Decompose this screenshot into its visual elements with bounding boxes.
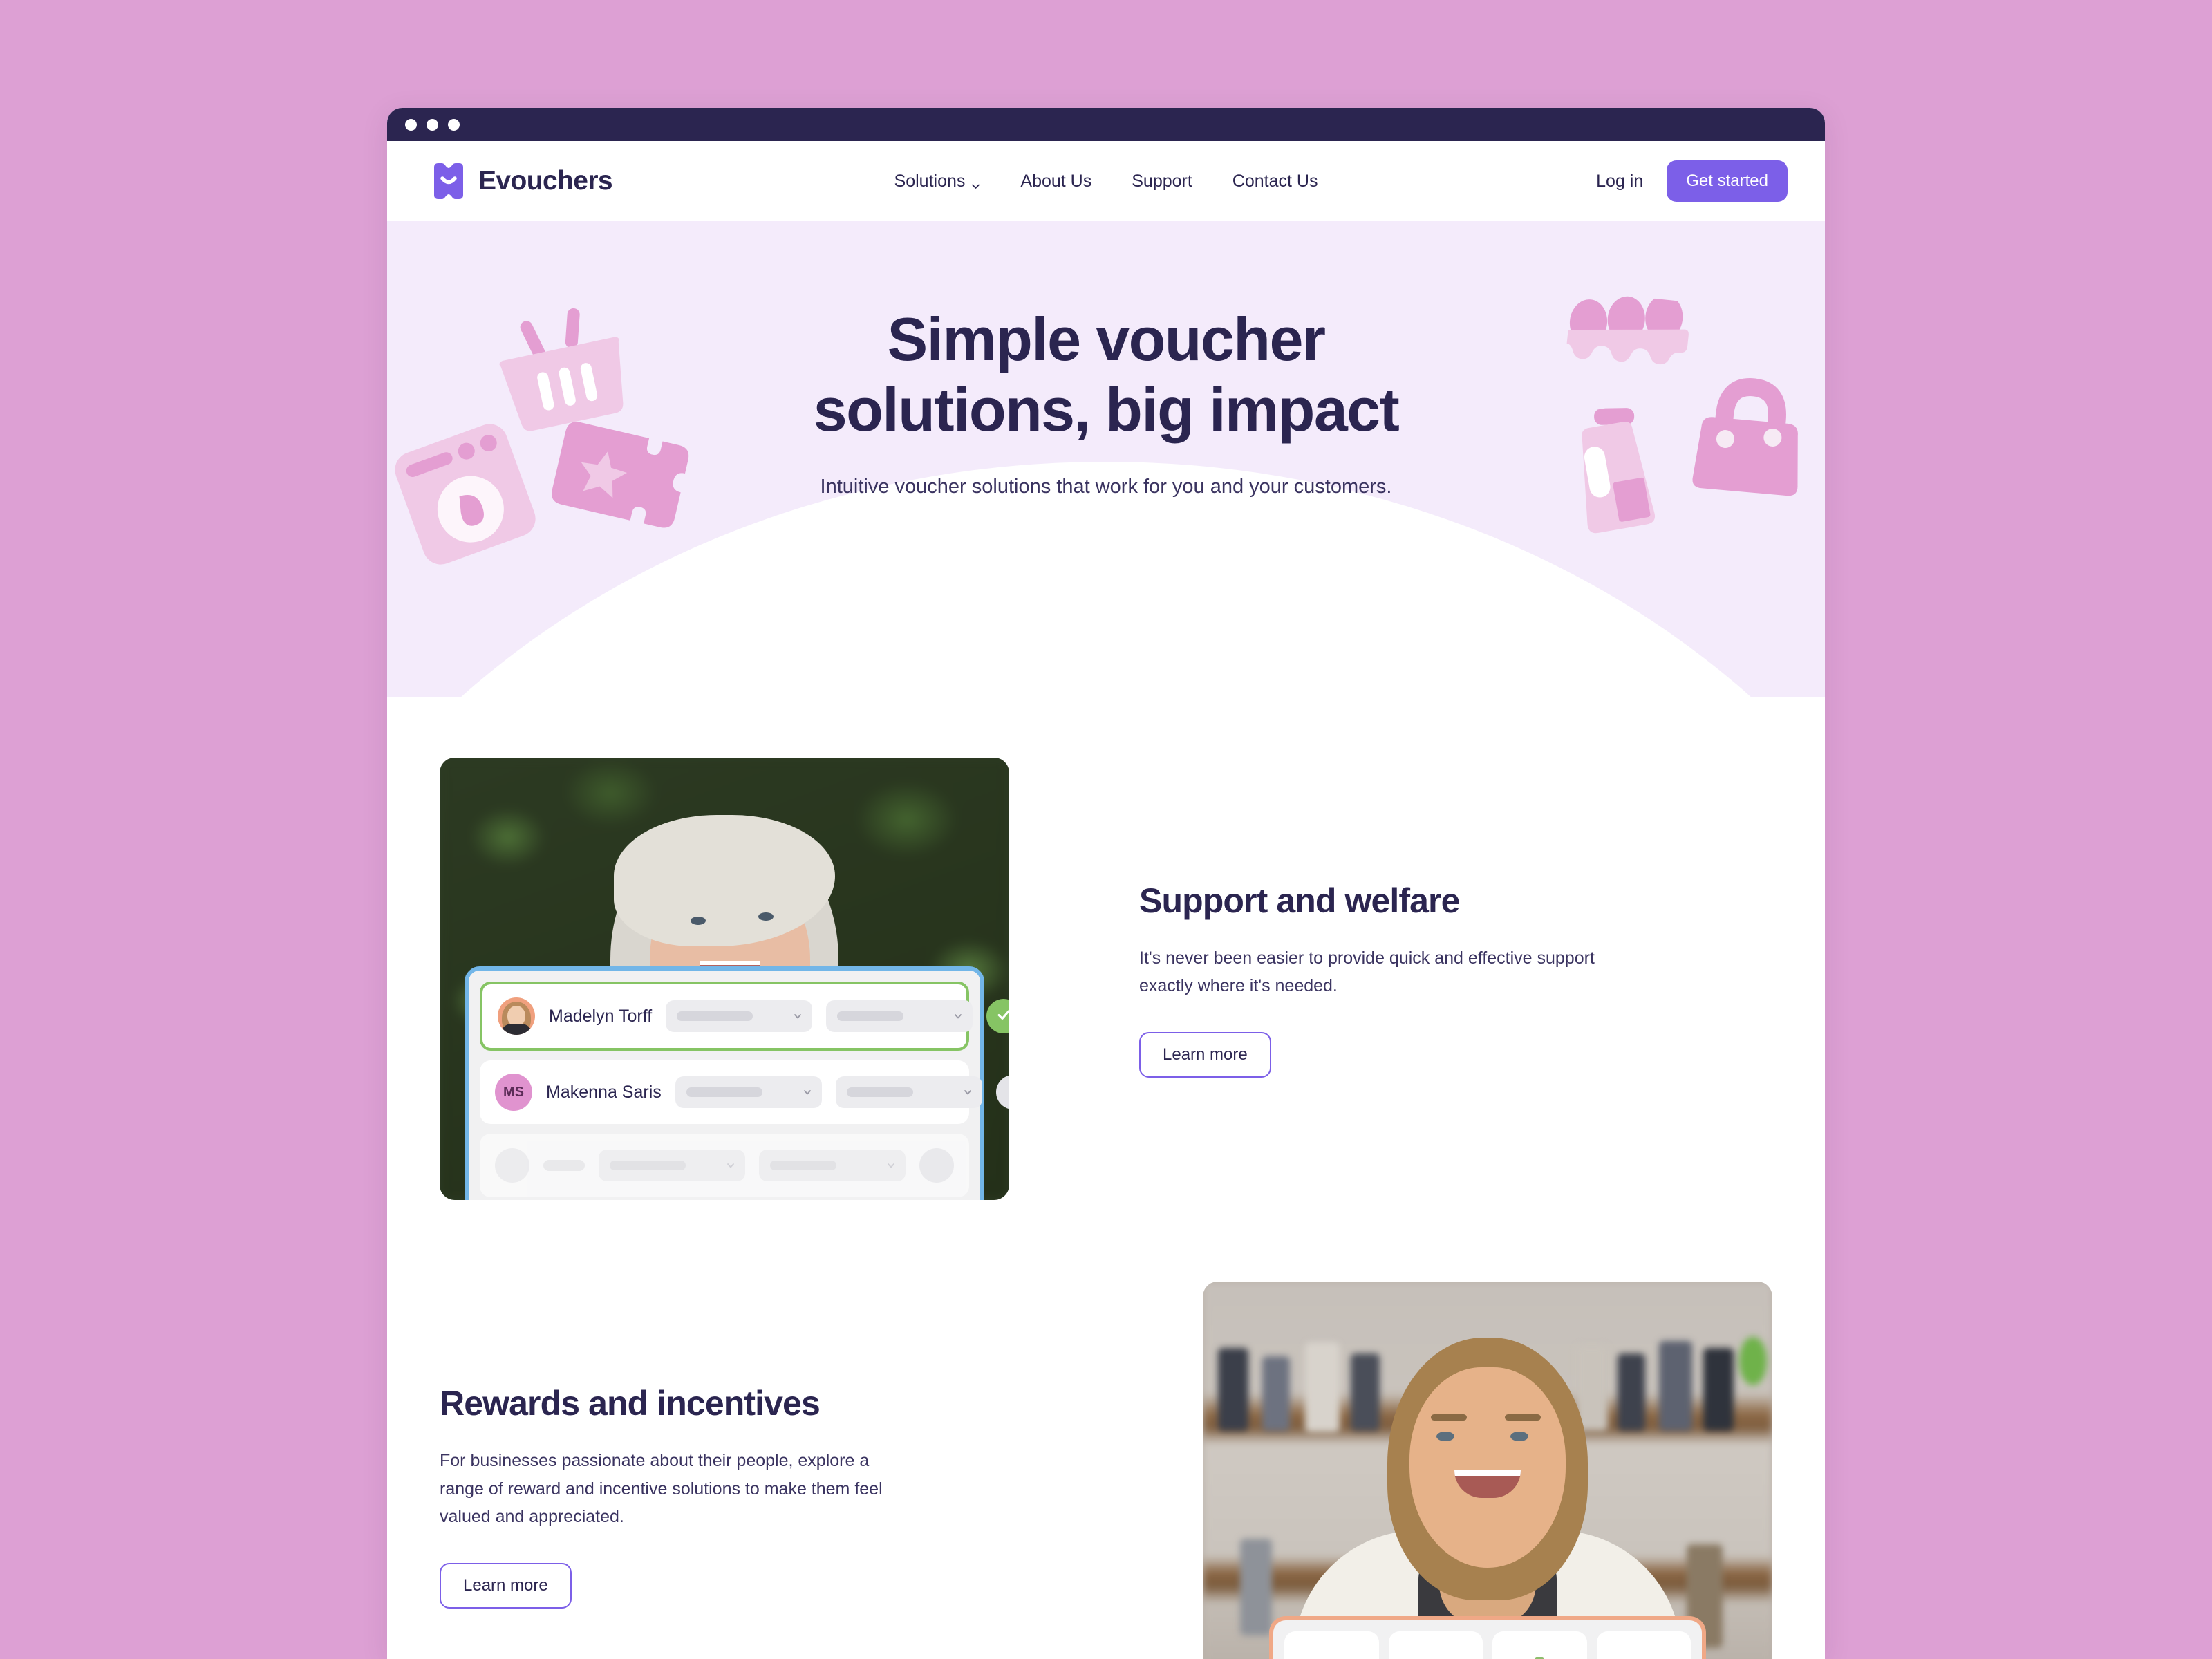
nav-item-solutions-label: Solutions — [894, 171, 966, 191]
support-welfare-copy: Support and welfare It's never been easi… — [1009, 881, 1772, 1078]
water-bottle-icon — [1527, 1656, 1552, 1659]
field-value-placeholder — [610, 1161, 686, 1170]
hero-section: Simple voucher solutions, big impact Int… — [387, 221, 1825, 697]
nav-item-about-us[interactable]: About Us — [1020, 171, 1091, 191]
header-actions: Log in Get started — [1596, 160, 1788, 202]
photo-brow-left — [1430, 1414, 1467, 1421]
hero-subtitle: Intuitive voucher solutions that work fo… — [820, 476, 1392, 498]
chevron-down-icon — [803, 1087, 812, 1097]
nav-item-contact-us[interactable]: Contact Us — [1232, 171, 1318, 191]
row-select-field-1[interactable] — [675, 1076, 822, 1108]
evoucher-ticket-logo-icon — [433, 163, 465, 199]
section-support-and-welfare: Madelyn Torff MS Makenna Saris Support a… — [387, 758, 1825, 1200]
chevron-down-icon — [886, 1161, 896, 1170]
avatar — [495, 1148, 529, 1183]
nav-item-contact-us-label: Contact Us — [1232, 171, 1318, 191]
photo-eye-right — [1510, 1432, 1528, 1441]
photo-eye-left — [1436, 1432, 1454, 1441]
row-select-field-1[interactable] — [599, 1150, 745, 1181]
field-value-placeholder — [846, 1087, 913, 1097]
voucher-tile-bottle[interactable] — [1492, 1631, 1587, 1659]
field-value-placeholder — [770, 1161, 836, 1170]
nav-item-support-label: Support — [1132, 171, 1192, 191]
people-list-card: Madelyn Torff MS Makenna Saris — [465, 966, 1009, 1200]
section-body: It's never been easier to provide quick … — [1139, 948, 1595, 996]
traffic-light-maximize-icon[interactable] — [448, 118, 460, 131]
learn-more-button[interactable]: Learn more — [1139, 1031, 1271, 1078]
person-name-placeholder — [543, 1160, 585, 1171]
site-header: Evouchers Solutions About Us Support Con… — [387, 141, 1825, 221]
get-started-button[interactable]: Get started — [1667, 160, 1788, 202]
field-value-placeholder — [677, 1011, 753, 1021]
rewards-incentives-copy: Rewards and incentives For businesses pa… — [440, 1383, 1203, 1609]
voucher-tile-washing-machine[interactable] — [1284, 1631, 1379, 1659]
row-select-field-2[interactable] — [826, 1000, 973, 1032]
page-title: Simple voucher solutions, big impact — [387, 304, 1825, 445]
voucher-tile-basket[interactable] — [1596, 1631, 1691, 1659]
brand-name: Evouchers — [478, 166, 613, 196]
chevron-down-icon — [793, 1011, 803, 1021]
photo-brow-right — [1504, 1414, 1541, 1421]
brand-logo[interactable]: Evouchers — [433, 163, 613, 199]
photo-face — [1409, 1367, 1566, 1568]
chevron-down-icon — [963, 1087, 973, 1097]
chevron-down-icon — [726, 1161, 735, 1170]
voucher-tile-ticket[interactable] — [1388, 1631, 1483, 1659]
browser-titlebar — [387, 108, 1825, 141]
section-title: Support and welfare — [1139, 881, 1460, 920]
section-body: For businesses passionate about their pe… — [440, 1451, 883, 1527]
traffic-light-minimize-icon[interactable] — [427, 118, 438, 131]
field-value-placeholder — [837, 1011, 904, 1021]
avatar: MS — [495, 1074, 532, 1111]
hero-title-line-2: solutions, big impact — [813, 375, 1400, 444]
table-row[interactable]: Madelyn Torff — [480, 982, 1009, 1051]
avatar — [498, 997, 535, 1035]
table-row[interactable]: MS Makenna Saris — [480, 1060, 1009, 1124]
nav-item-support[interactable]: Support — [1132, 171, 1192, 191]
section-rewards-and-incentives: Rewards and incentives For businesses pa… — [387, 1282, 1825, 1659]
hero-content: Simple voucher solutions, big impact Int… — [387, 221, 1825, 498]
page-root: Evouchers Solutions About Us Support Con… — [0, 0, 2212, 1659]
support-welfare-image: Madelyn Torff MS Makenna Saris — [440, 758, 1009, 1200]
rewards-incentives-image — [1203, 1282, 1772, 1659]
photo-shopkeeper — [1203, 1282, 1772, 1659]
field-value-placeholder — [686, 1087, 762, 1097]
hero-title-line-1: Simple voucher — [887, 305, 1327, 373]
login-link[interactable]: Log in — [1596, 171, 1643, 191]
row-select-field-2[interactable] — [759, 1150, 906, 1181]
nav-item-about-us-label: About Us — [1020, 171, 1092, 191]
person-name: Madelyn Torff — [549, 1006, 653, 1026]
section-title: Rewards and incentives — [440, 1384, 821, 1423]
nav-item-solutions[interactable]: Solutions — [894, 171, 981, 191]
learn-more-button[interactable]: Learn more — [440, 1562, 572, 1609]
chevron-down-icon — [971, 176, 980, 189]
person-name: Makenna Saris — [546, 1082, 662, 1102]
table-row[interactable] — [480, 1134, 969, 1197]
check-icon — [995, 1006, 1009, 1027]
voucher-category-card — [1269, 1616, 1706, 1659]
browser-window: Evouchers Solutions About Us Support Con… — [387, 108, 1825, 1659]
chevron-down-icon — [953, 1011, 963, 1021]
row-select-field-2[interactable] — [835, 1076, 982, 1108]
traffic-light-close-icon[interactable] — [405, 118, 417, 131]
row-select-field-1[interactable] — [666, 1000, 813, 1032]
status-badge-pending[interactable] — [919, 1148, 954, 1183]
